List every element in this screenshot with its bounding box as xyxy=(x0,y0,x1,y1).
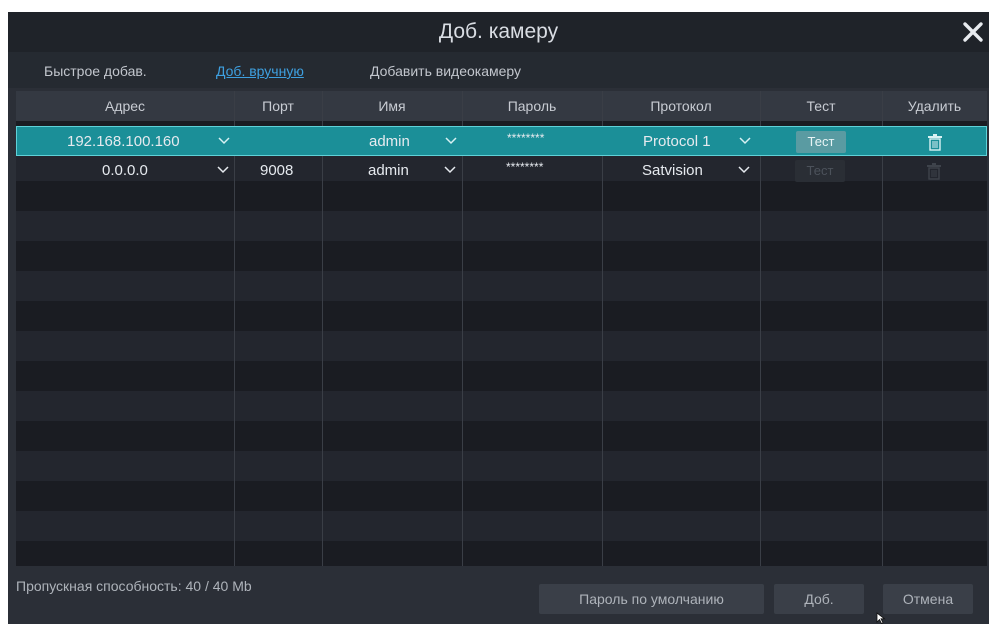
default-password-button[interactable]: Пароль по умолчанию xyxy=(539,584,764,614)
cancel-button[interactable]: Отмена xyxy=(883,584,973,614)
tab-add-camera[interactable]: Добавить видеокамеру xyxy=(370,63,521,79)
chevron-down-icon[interactable] xyxy=(218,137,230,145)
chevron-down-icon[interactable] xyxy=(445,137,457,145)
column-header-delete: Удалить xyxy=(907,98,962,114)
username-field[interactable]: admin xyxy=(369,127,410,157)
port-field[interactable]: 9008 xyxy=(260,156,293,186)
tab-bar: Быстрое добав. Доб. вручную Добавить вид… xyxy=(8,52,989,88)
username-field[interactable]: admin xyxy=(368,156,409,186)
address-field[interactable]: 0.0.0.0 xyxy=(102,156,148,186)
tab-quick-add[interactable]: Быстрое добав. xyxy=(44,63,147,79)
dialog-title: Доб. камеру xyxy=(438,20,559,43)
test-button[interactable]: Тест xyxy=(795,160,845,182)
column-header-port: Порт xyxy=(262,98,294,114)
column-header-protocol: Протокол xyxy=(650,98,712,114)
mouse-cursor-icon xyxy=(876,612,886,624)
camera-table: Адрес Порт Имя Пароль Протокол Тест Удал… xyxy=(16,91,987,566)
password-field[interactable]: ******** xyxy=(506,152,543,182)
test-button[interactable]: Тест xyxy=(796,131,846,153)
table-row[interactable]: 192.168.100.160 admin ******** Protocol … xyxy=(16,126,987,156)
column-header-password: Пароль xyxy=(507,98,557,114)
column-header-test: Тест xyxy=(806,98,836,114)
trash-icon[interactable] xyxy=(927,133,943,151)
protocol-select[interactable]: Protocol 1 xyxy=(643,127,711,157)
table-row[interactable]: 0.0.0.0 9008 admin ******** Satvision Те… xyxy=(16,156,987,186)
table-header: Адрес Порт Имя Пароль Протокол Тест Удал… xyxy=(16,91,987,121)
column-header-address: Адрес xyxy=(104,98,146,114)
chevron-down-icon[interactable] xyxy=(444,166,456,174)
dialog-titlebar: Доб. камеру xyxy=(8,12,989,52)
trash-icon[interactable] xyxy=(926,162,942,180)
chevron-down-icon[interactable] xyxy=(738,166,750,174)
bandwidth-status: Пропускная способность: 40 / 40 Mb xyxy=(16,578,252,594)
address-field[interactable]: 192.168.100.160 xyxy=(67,127,180,157)
protocol-select[interactable]: Satvision xyxy=(642,156,703,186)
chevron-down-icon[interactable] xyxy=(217,166,229,174)
chevron-down-icon[interactable] xyxy=(739,137,751,145)
column-header-name: Имя xyxy=(378,98,406,114)
close-icon[interactable] xyxy=(961,20,985,44)
tab-manual-add[interactable]: Доб. вручную xyxy=(216,63,304,79)
add-button[interactable]: Доб. xyxy=(774,584,864,614)
password-field[interactable]: ******** xyxy=(507,123,544,153)
